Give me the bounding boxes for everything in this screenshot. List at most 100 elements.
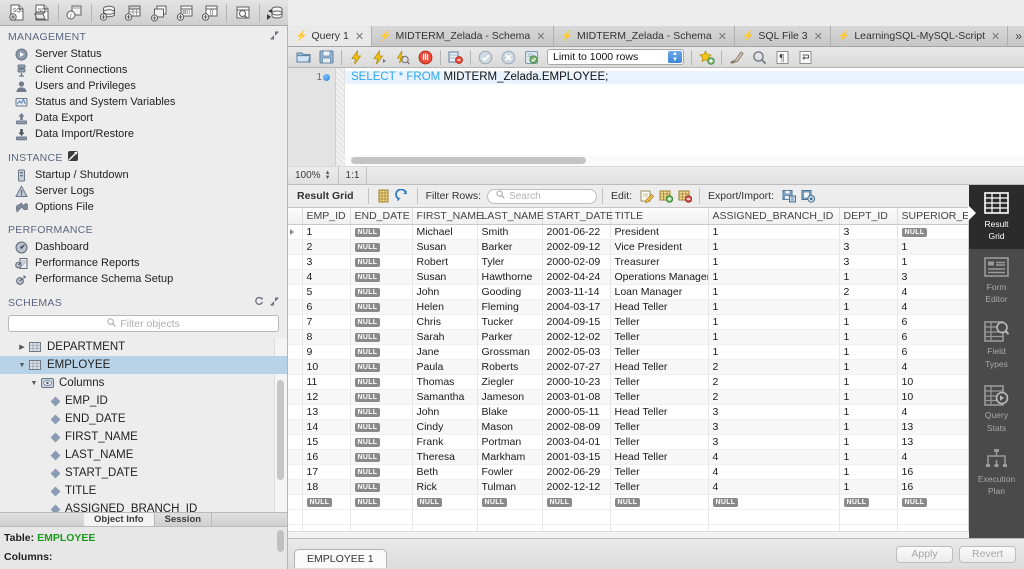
table-cell[interactable]: Operations Manager	[610, 269, 709, 285]
table-cell[interactable]: John	[412, 404, 478, 420]
filter-rows-input[interactable]: Search	[487, 188, 598, 204]
table-cell[interactable]: 3	[708, 419, 840, 435]
table-cell[interactable]: NULL	[542, 494, 611, 510]
table-cell[interactable]: 11	[302, 374, 351, 390]
table-cell[interactable]: 14	[302, 419, 351, 435]
table-cell[interactable]: Teller	[610, 314, 709, 330]
table-cell[interactable]: Barker	[477, 239, 543, 255]
table-cell[interactable]: NULL	[350, 284, 413, 300]
table-cell[interactable]: 1	[302, 224, 351, 240]
import-recordset-icon[interactable]	[798, 187, 817, 205]
row-marker[interactable]	[288, 359, 303, 375]
chevron-down-icon[interactable]: ▼	[16, 362, 28, 369]
table-cell[interactable]: Hawthorne	[477, 269, 543, 285]
table-cell[interactable]: Teller	[610, 329, 709, 345]
table-cell[interactable]: 3	[708, 434, 840, 450]
editor-code-area[interactable]: SELECT * FROM MIDTERM_Zelada.EMPLOYEE;	[345, 68, 1024, 155]
row-marker[interactable]	[288, 254, 303, 270]
table-cell[interactable]: Head Teller	[610, 359, 709, 375]
rollback-icon[interactable]	[497, 48, 520, 67]
row-marker[interactable]	[288, 479, 303, 495]
tab-query-stats[interactable]: Query Stats	[969, 377, 1024, 441]
connection-info-icon[interactable]: i	[62, 2, 88, 24]
table-cell[interactable]: Susan	[412, 239, 478, 255]
row-marker[interactable]	[288, 314, 303, 330]
table-cell[interactable]: Chris	[412, 314, 478, 330]
table-cell[interactable]: NULL	[350, 389, 413, 405]
table-cell[interactable]: 2004-03-17	[542, 299, 611, 315]
table-cell[interactable]: Ziegler	[477, 374, 543, 390]
table-cell[interactable]: 2002-06-29	[542, 464, 611, 480]
table-cell[interactable]: Smith	[477, 224, 543, 240]
revert-button[interactable]: Revert	[959, 545, 1016, 563]
table-cell[interactable]: 1	[839, 329, 898, 345]
tree-item-first-name[interactable]: FIRST_NAME	[0, 428, 287, 446]
row-marker[interactable]	[288, 404, 303, 420]
add-table-icon[interactable]	[120, 2, 146, 24]
table-cell[interactable]: 3	[302, 254, 351, 270]
row-marker[interactable]	[288, 374, 303, 390]
row-marker[interactable]	[288, 224, 303, 240]
table-cell[interactable]: 2002-12-12	[542, 479, 611, 495]
table-cell[interactable]: 2002-05-03	[542, 344, 611, 360]
table-cell[interactable]: 13	[897, 434, 968, 450]
table-cell[interactable]: NULL	[897, 494, 968, 510]
table-row[interactable]: 14 NULL Cindy Mason 2002-08-09 Teller 3 1 13	[288, 419, 968, 435]
table-cell[interactable]: Frank	[412, 434, 478, 450]
table-cell[interactable]: 4	[708, 449, 840, 465]
col-header-first-name[interactable]: FIRST_NAME	[412, 208, 483, 225]
table-row[interactable]: 16 NULL Theresa Markham 2001-03-15 Head Telle…	[288, 449, 968, 465]
table-cell[interactable]: 4	[897, 404, 968, 420]
table-cell[interactable]: Tyler	[477, 254, 543, 270]
col-header-dept-id[interactable]: DEPT_ID	[839, 208, 898, 225]
table-cell[interactable]: 7	[302, 314, 351, 330]
add-procedure-icon[interactable]: ()	[172, 2, 198, 24]
tab-field-types[interactable]: Field Types	[969, 313, 1024, 377]
add-function-icon[interactable]: ()	[197, 2, 223, 24]
table-cell[interactable]: 1	[708, 329, 840, 345]
sidebar-item-startup-shutdown[interactable]: Startup / Shutdown	[0, 167, 287, 183]
table-cell[interactable]: NULL	[350, 404, 413, 420]
table-cell[interactable]: 3	[839, 239, 898, 255]
table-row[interactable]: 6 NULL Helen Fleming 2004-03-17 Head Teller 1 1…	[288, 299, 968, 315]
table-cell[interactable]: NULL	[350, 314, 413, 330]
table-cell[interactable]: 1	[839, 449, 898, 465]
tab-execution-plan[interactable]: Execution Plan	[969, 441, 1024, 505]
table-row[interactable]: 9 NULL Jane Grossman 2002-05-03 Teller 1 1 6	[288, 344, 968, 360]
table-cell[interactable]: Head Teller	[610, 404, 709, 420]
table-cell[interactable]: 2000-05-11	[542, 404, 611, 420]
sidebar-item-status-and-system-variables[interactable]: Status and System Variables	[0, 94, 287, 110]
table-cell[interactable]: Treasurer	[610, 254, 709, 270]
table-row[interactable]: 15 NULL Frank Portman 2003-04-01 Teller 3 1 13	[288, 434, 968, 450]
table-row[interactable]: NULL NULL NULL NULL NULL NULL NULL NULL NULL	[288, 494, 968, 510]
row-marker[interactable]	[288, 269, 303, 285]
table-cell[interactable]: Mason	[477, 419, 543, 435]
close-icon[interactable]: ✕	[991, 30, 1000, 43]
table-cell[interactable]: Roberts	[477, 359, 543, 375]
tab-form-editor[interactable]: Form Editor	[969, 249, 1024, 313]
table-cell[interactable]: Teller	[610, 389, 709, 405]
table-cell[interactable]: 2002-08-09	[542, 419, 611, 435]
close-icon[interactable]: ✕	[718, 30, 727, 43]
tree-item-title[interactable]: TITLE	[0, 482, 287, 500]
table-row[interactable]: 18 NULL Rick Tulman 2002-12-12 Teller 4 1 16	[288, 479, 968, 495]
table-row[interactable]: 12 NULL Samantha Jameson 2003-01-08 Teller 2 1 1…	[288, 389, 968, 405]
table-cell[interactable]: NULL	[350, 419, 413, 435]
table-cell[interactable]: 15	[302, 434, 351, 450]
table-cell[interactable]: NULL	[350, 434, 413, 450]
table-cell[interactable]: 2003-11-14	[542, 284, 611, 300]
table-cell[interactable]: 4	[708, 479, 840, 495]
table-cell[interactable]: 1	[708, 284, 840, 300]
table-cell[interactable]: Jane	[412, 344, 478, 360]
table-cell[interactable]: NULL	[350, 269, 413, 285]
table-cell[interactable]: 5	[302, 284, 351, 300]
table-cell[interactable]: NULL	[350, 359, 413, 375]
table-cell[interactable]: NULL	[839, 494, 898, 510]
table-cell[interactable]: NULL	[897, 224, 968, 240]
row-limit-select[interactable]: Limit to 1000 rows ▲ ▼	[547, 49, 684, 65]
table-cell[interactable]: NULL	[350, 299, 413, 315]
table-cell[interactable]: 1	[839, 464, 898, 480]
editor-horizontal-scrollbar[interactable]	[288, 155, 1024, 167]
table-cell[interactable]: NULL	[477, 494, 543, 510]
close-icon[interactable]: ✕	[355, 30, 364, 43]
